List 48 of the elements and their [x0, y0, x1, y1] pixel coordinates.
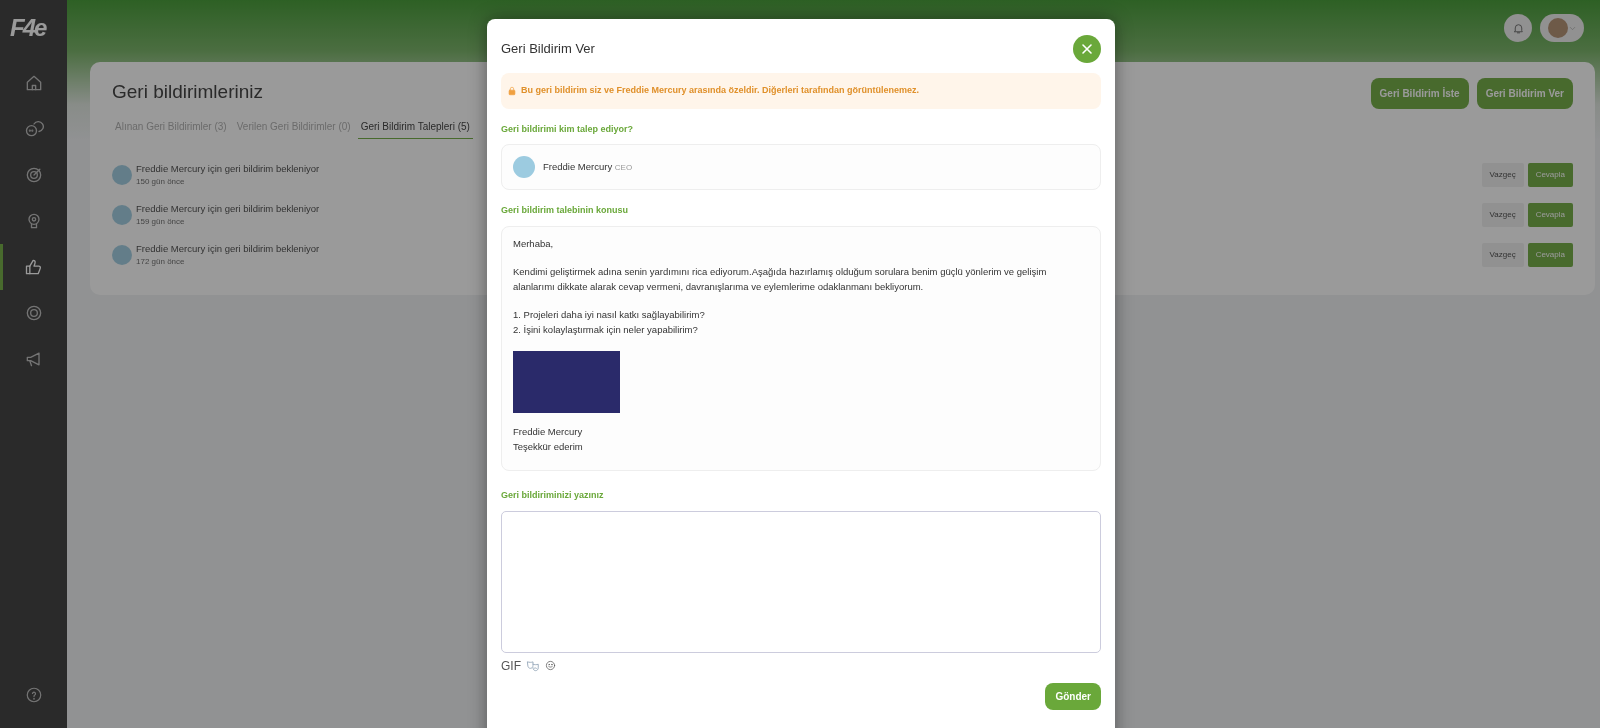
avatar	[1547, 18, 1568, 38]
avatar	[112, 205, 132, 225]
request-time: 150 gün önce	[136, 176, 186, 189]
avatar	[513, 156, 535, 178]
request-time: 172 gün önce	[136, 256, 186, 269]
theater-masks-icon	[525, 658, 541, 673]
requester-name: Freddie Mercury CEO	[543, 159, 633, 174]
close-icon	[1079, 41, 1095, 57]
avatar	[112, 245, 132, 265]
section-label: Geri bildiriminizi yazınız	[501, 489, 605, 502]
page-title: Geri bildirimleriniz	[112, 80, 263, 104]
profile-menu-button[interactable]	[1540, 14, 1584, 42]
logo: F4e	[10, 13, 47, 43]
section-label: Geri bildirim talebinin konusu	[501, 204, 629, 217]
cancel-button[interactable]: Vazgeç	[1481, 243, 1524, 267]
help-icon	[24, 686, 43, 704]
section-label: Geri bildirimi kim talep ediyor?	[501, 122, 635, 136]
message-text: 1. Projeleri daha iyi nasıl katkı sağlayabilirim?	[513, 308, 706, 322]
request-text: Freddie Mercury için geri bildirim bekleniyor	[136, 161, 320, 176]
action-button[interactable]: Geri Bildirim İste	[1370, 78, 1469, 109]
gif-button[interactable]: GIF	[501, 656, 521, 675]
privacy-notice: Bu geri bildirim siz ve Freddie Mercury arasında özeldir. Diğerleri tarafından görüntülenemez.	[521, 84, 920, 97]
chat-bubbles-icon	[23, 119, 44, 139]
cancel-button[interactable]: Vazgeç	[1481, 163, 1524, 187]
reply-button[interactable]: Cevapla	[1527, 243, 1573, 267]
notification-button[interactable]	[1504, 14, 1532, 42]
feedback-input[interactable]	[501, 510, 1101, 653]
modal-title: Geri Bildirim Ver	[501, 40, 595, 59]
lock-icon	[507, 85, 517, 96]
message-text: Merhaba,	[513, 236, 555, 251]
reply-button[interactable]: Cevapla	[1527, 203, 1573, 227]
message-text: Freddie Mercury	[513, 425, 584, 439]
tab[interactable]: Geri Bildirim Talepleri (5)	[357, 117, 473, 139]
request-text: Freddie Mercury için geri bildirim bekleniyor	[136, 201, 320, 216]
cancel-button[interactable]: Vazgeç	[1481, 203, 1524, 227]
avatar	[112, 165, 132, 185]
smiley-icon	[545, 660, 556, 671]
message-text: Teşekkür ederim	[513, 439, 584, 454]
action-button[interactable]: Geri Bildirim Ver	[1476, 78, 1573, 109]
close-button[interactable]	[1073, 35, 1101, 63]
thumbs-up-icon	[23, 257, 44, 277]
message-text: 2. İşini kolaylaştırmak için neler yapabilirim?	[513, 322, 699, 337]
request-time: 159 gün önce	[136, 216, 186, 229]
bell-icon	[1511, 21, 1525, 35]
message-text: Kendimi geliştirmek adına senin yardımını rica ediyorum.Aşağıda hazırlamış olduğum sorulara benim güçlü yönlerim ve gelişim alanlarımı dikkate alarak cevap vermeni, davranışlarıma ve eylemlerime odaklanmanı bekliyorum.	[513, 265, 1048, 294]
reply-button[interactable]: Cevapla	[1527, 163, 1573, 187]
request-text: Freddie Mercury için geri bildirim bekleniyor	[136, 241, 320, 256]
submit-button[interactable]: Gönder	[1045, 682, 1101, 710]
